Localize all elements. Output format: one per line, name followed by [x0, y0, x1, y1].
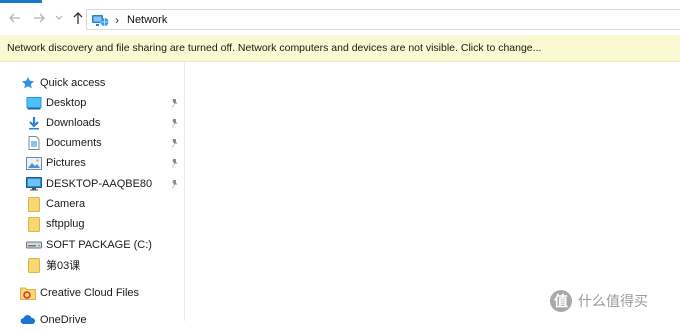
sidebar-item-desktop-aaqbe80[interactable]: DESKTOP-AAQBE80 [26, 174, 152, 194]
sidebar-item-camera[interactable]: Camera [26, 194, 85, 214]
sidebar-item-sftpplug[interactable]: sftpplug [26, 214, 85, 234]
forward-button[interactable] [30, 9, 48, 27]
pin-icon [168, 157, 180, 169]
creative-cloud-folder-icon [20, 285, 36, 301]
sidebar-item-label: Downloads [46, 117, 101, 129]
infobar-message[interactable]: Network discovery and file sharing are t… [7, 42, 541, 54]
navigation-pane: Quick access Desktop Downloads Documents… [0, 62, 184, 326]
sidebar-item-onedrive[interactable]: OneDrive [20, 310, 86, 330]
chevron-down-icon [55, 15, 63, 20]
sidebar-item-lesson-03[interactable]: 第03课 [26, 255, 80, 275]
pictures-icon [26, 155, 42, 171]
sidebar-item-label: Creative Cloud Files [40, 287, 140, 299]
sidebar-item-label: Pictures [46, 157, 86, 169]
pin-icon [168, 137, 180, 149]
arrow-up-icon [73, 12, 83, 24]
breadcrumb-separator[interactable]: › [115, 13, 119, 27]
sidebar-item-creative-cloud-files[interactable]: Creative Cloud Files [20, 283, 139, 303]
up-button[interactable] [69, 9, 87, 27]
back-button[interactable] [6, 9, 24, 27]
sidebar-item-desktop[interactable]: Desktop [26, 93, 86, 113]
sidebar-item-soft-package-c[interactable]: SOFT PACKAGE (C:) [26, 235, 152, 255]
sidebar-item-downloads[interactable]: Downloads [26, 113, 100, 133]
pane-divider[interactable] [184, 62, 185, 321]
pin-icon [168, 117, 180, 129]
download-icon [26, 115, 42, 131]
network-icon [92, 14, 109, 26]
sidebar-item-quick-access[interactable]: Quick access [20, 73, 105, 93]
sidebar-item-documents[interactable]: Documents [26, 133, 102, 153]
documents-icon [26, 135, 42, 151]
arrow-right-icon [34, 13, 45, 23]
breadcrumb-network[interactable]: Network [127, 14, 167, 26]
watermark-logo-icon: 值 [550, 290, 572, 312]
folder-icon [26, 216, 42, 232]
watermark: 值 什么值得买 [550, 290, 648, 312]
navigation-bar: › Network [0, 3, 680, 33]
address-bar[interactable]: › Network [86, 9, 680, 30]
sidebar-item-label: sftpplug [46, 218, 85, 230]
desktop-icon [26, 95, 42, 111]
recent-locations-button[interactable] [53, 9, 65, 27]
sidebar-item-label: 第03课 [46, 260, 81, 272]
computer-icon [26, 176, 42, 192]
arrow-left-icon [9, 13, 20, 23]
drive-icon [26, 237, 42, 253]
pin-icon [168, 97, 180, 109]
network-discovery-infobar[interactable]: Network discovery and file sharing are t… [0, 35, 680, 62]
sidebar-item-label: DESKTOP-AAQBE80 [46, 178, 153, 190]
sidebar-item-label: Documents [46, 137, 102, 149]
watermark-text: 什么值得买 [578, 293, 648, 309]
sidebar-item-pictures[interactable]: Pictures [26, 153, 86, 173]
star-icon [20, 75, 36, 91]
cloud-icon [20, 312, 36, 328]
folder-icon [26, 257, 42, 273]
sidebar-item-label: Quick access [40, 77, 106, 89]
sidebar-item-label: SOFT PACKAGE (C:) [46, 239, 152, 251]
folder-icon [26, 196, 42, 212]
sidebar-item-label: OneDrive [40, 314, 87, 326]
pin-icon [168, 178, 180, 190]
sidebar-item-label: Desktop [46, 97, 87, 109]
sidebar-item-label: Camera [46, 198, 86, 210]
